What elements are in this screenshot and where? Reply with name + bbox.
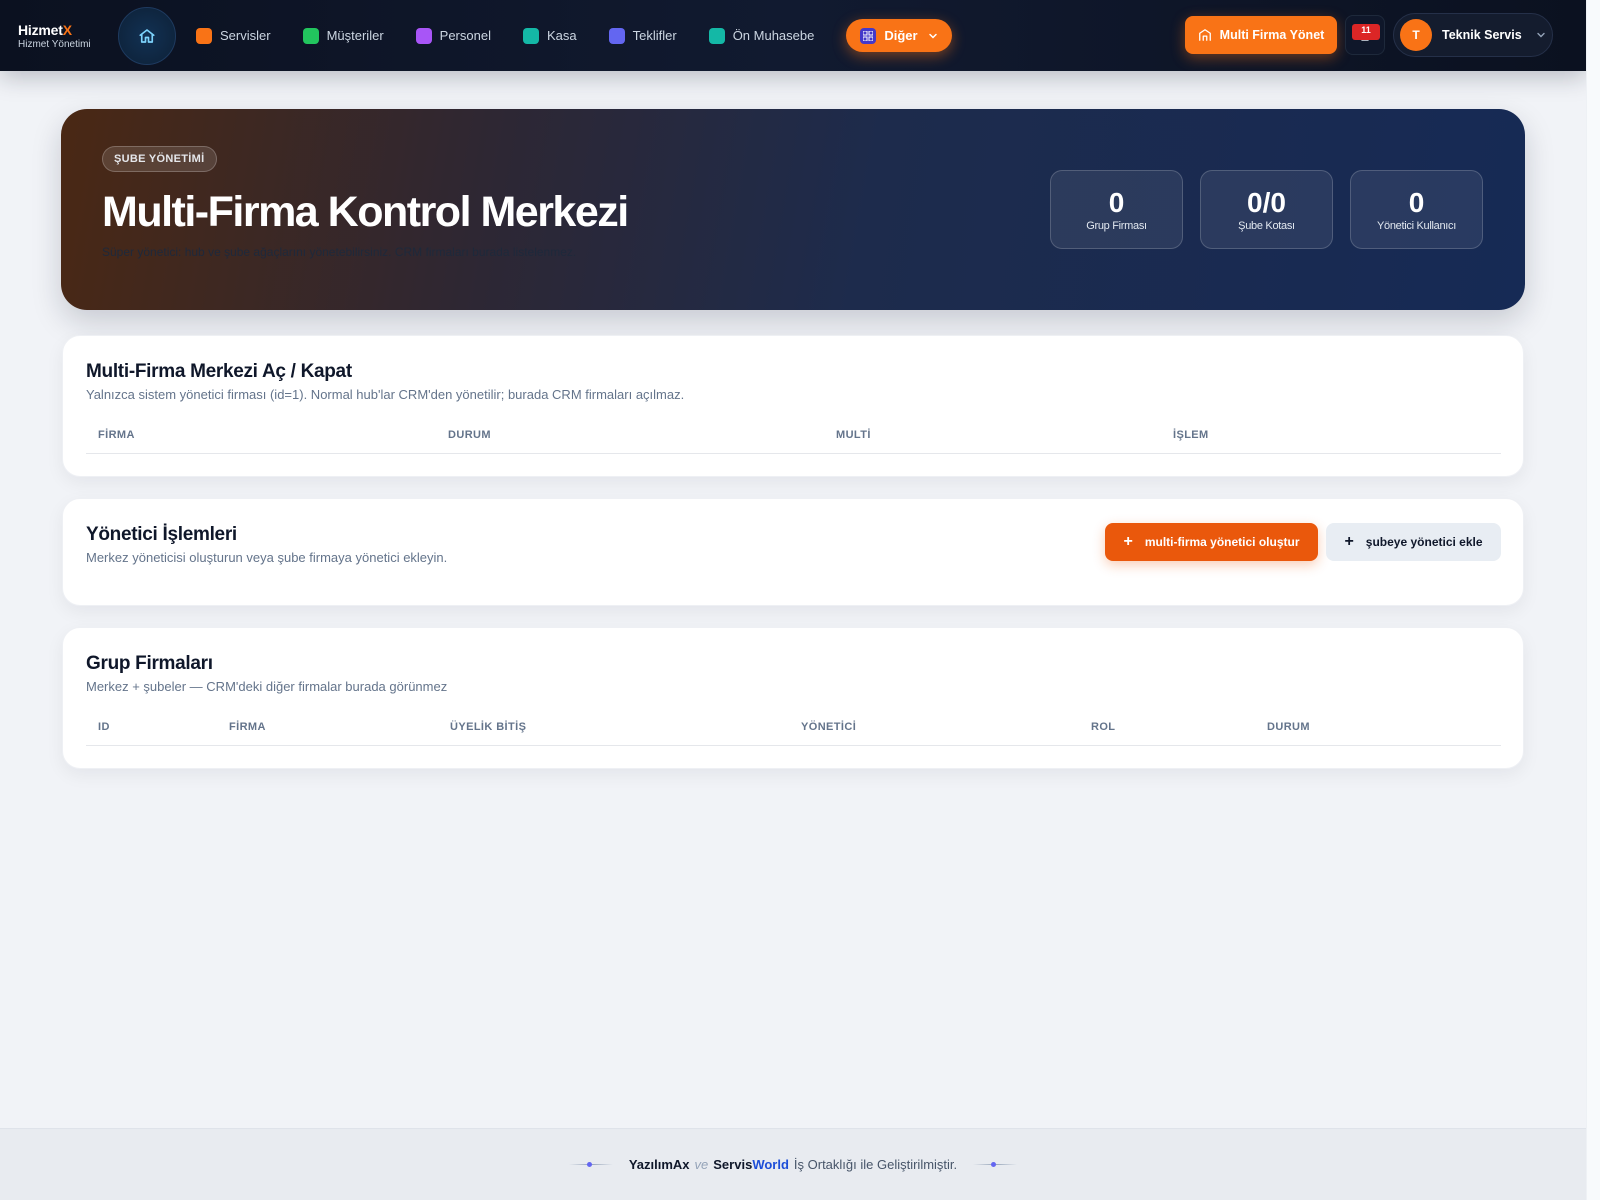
building-icon <box>1198 29 1211 41</box>
brand-logo[interactable]: HizmetX Hizmet Yönetimi <box>18 22 110 50</box>
stat-label: Yönetici Kullanıcı <box>1377 220 1456 232</box>
chevron-down-icon <box>928 33 937 39</box>
stat-value: 0 <box>1408 187 1425 218</box>
on-muhasebe-icon <box>708 27 725 44</box>
brand-subtitle: Hizmet Yönetimi <box>18 38 91 50</box>
button-label: şubeye yönetici ekle <box>1365 535 1483 549</box>
column-header: ÜYELİK BİTİŞ <box>450 721 527 733</box>
card-subtitle: Merkez + şubeler — CRM'deki diğer firmal… <box>86 679 448 694</box>
column-header: FİRMA <box>229 721 266 733</box>
table-header: FİRMA DURUM MULTİ İŞLEM <box>86 421 1501 454</box>
brand-name: Hizmet <box>18 21 63 38</box>
plus-icon: + <box>1344 533 1354 550</box>
card-title: Grup Firmaları <box>86 653 213 674</box>
stat-label: Şube Kotası <box>1238 220 1295 232</box>
stat-value: 0 <box>1108 187 1125 218</box>
home-button[interactable] <box>118 6 176 65</box>
nav-item-label: Müşteriler <box>326 28 384 43</box>
nav-item-on-muhasebe[interactable]: Ön Muhasebe <box>708 19 829 53</box>
musteriler-icon <box>302 27 319 44</box>
column-header: DURUM <box>1267 721 1310 733</box>
section-tag: ŞUBE YÖNETİMİ <box>102 146 217 172</box>
footer-brand-servis[interactable]: Servis <box>713 1157 752 1172</box>
stat-value: 0/0 <box>1247 187 1286 218</box>
column-header: ID <box>98 721 110 733</box>
card-subtitle: Yalnızca sistem yönetici firması (id=1).… <box>86 387 685 402</box>
notifications-button[interactable]: 11 <box>1345 15 1385 55</box>
avatar: T <box>1400 19 1432 51</box>
stat-yonetici-kullanici: 0 Yönetici Kullanıcı <box>1350 170 1483 249</box>
footer: YazılımAx ve Servis World İş Ortaklığı il… <box>0 1128 1586 1200</box>
column-header: DURUM <box>448 429 491 441</box>
nav-more-label: Diğer <box>884 28 918 43</box>
button-label: multi-firma yönetici oluştur <box>1144 535 1300 549</box>
nav-item-personel[interactable]: Personel <box>415 19 505 53</box>
nav-item-label: Teklifler <box>632 28 677 43</box>
plus-icon: + <box>1123 533 1133 550</box>
nav-item-musteriler[interactable]: Müşteriler <box>302 19 398 53</box>
footer-brand-world: World <box>752 1157 789 1172</box>
card-subtitle: Merkez yöneticisi oluşturun veya şube fi… <box>86 550 448 565</box>
stat-label: Grup Firması <box>1086 220 1147 232</box>
nav-item-label: Kasa <box>546 28 577 43</box>
column-header: İŞLEM <box>1173 429 1209 441</box>
user-name: Teknik Servis <box>1442 28 1522 42</box>
page-description: Süper yönetici: hub ve şube ağaçlarını y… <box>102 245 577 259</box>
nav-item-label: Servisler <box>220 28 271 43</box>
kasa-icon <box>522 27 539 44</box>
chevron-down-icon <box>1537 32 1545 38</box>
footer-brand-yazilimax[interactable]: YazılımAx <box>629 1157 690 1172</box>
nav-item-label: Personel <box>439 28 491 43</box>
group-companies-card: Grup Firmaları Merkez + şubeler — CRM'de… <box>62 627 1524 769</box>
footer-divider <box>568 1162 613 1167</box>
page-title: Multi-Firma Kontrol Merkezi <box>102 188 629 236</box>
admin-actions-card: Yönetici İşlemleri Merkez yöneticisi olu… <box>62 498 1524 606</box>
hero-banner: ŞUBE YÖNETİMİ Multi-Firma Kontrol Merkez… <box>61 109 1525 310</box>
nav-item-servisler[interactable]: Servisler <box>196 19 285 53</box>
card-title: Multi-Firma Merkezi Aç / Kapat <box>86 361 352 382</box>
home-icon <box>139 28 155 43</box>
multi-firma-yonet-button[interactable]: Multi Firma Yönet <box>1185 16 1337 54</box>
servisler-icon <box>196 27 212 44</box>
multi-firma-toggle-card: Multi-Firma Merkezi Aç / Kapat Yalnızca … <box>62 335 1524 477</box>
teklifler-icon <box>608 27 625 44</box>
column-header: ROL <box>1091 721 1116 733</box>
nav-right-group: Multi Firma Yönet 11 T Teknik Servis <box>1185 13 1553 57</box>
footer-text: İş Ortaklığı ile Geliştirilmiştir. <box>793 1157 958 1172</box>
add-branch-admin-button[interactable]: + şubeye yönetici ekle <box>1326 523 1501 561</box>
personel-icon <box>415 27 432 44</box>
nav-item-teklifler[interactable]: Teklifler <box>608 19 691 53</box>
main-menu: Servisler Müşteriler Personel Kasa Tekli… <box>196 19 952 53</box>
card-title: Yönetici İşlemleri <box>86 524 237 545</box>
create-multi-firma-admin-button[interactable]: + multi-firma yönetici oluştur <box>1105 523 1318 561</box>
nav-more-dropdown[interactable]: Diğer <box>846 19 952 52</box>
column-header: MULTİ <box>836 429 871 441</box>
stat-sube-kotasi: 0/0 Şube Kotası <box>1200 170 1333 249</box>
table-header: ID FİRMA ÜYELİK BİTİŞ YÖNETİCİ ROL DURUM <box>86 713 1501 746</box>
page-scrollbar[interactable] <box>1586 0 1600 1200</box>
grid-icon <box>860 27 877 44</box>
brand-name-accent: X <box>62 21 72 38</box>
column-header: FİRMA <box>98 429 135 441</box>
nav-item-kasa[interactable]: Kasa <box>522 19 591 53</box>
user-menu[interactable]: T Teknik Servis <box>1393 13 1553 57</box>
stat-grup-firmasi: 0 Grup Firması <box>1050 170 1183 249</box>
column-header: YÖNETİCİ <box>801 721 857 733</box>
top-navbar: HizmetX Hizmet Yönetimi Servisler Müşter… <box>0 0 1586 71</box>
notification-badge: 11 <box>1352 24 1380 40</box>
nav-item-label: Ön Muhasebe <box>732 28 815 43</box>
footer-and: ve <box>694 1157 709 1172</box>
footer-divider <box>973 1162 1018 1167</box>
multi-firma-yonet-label: Multi Firma Yönet <box>1219 28 1325 42</box>
